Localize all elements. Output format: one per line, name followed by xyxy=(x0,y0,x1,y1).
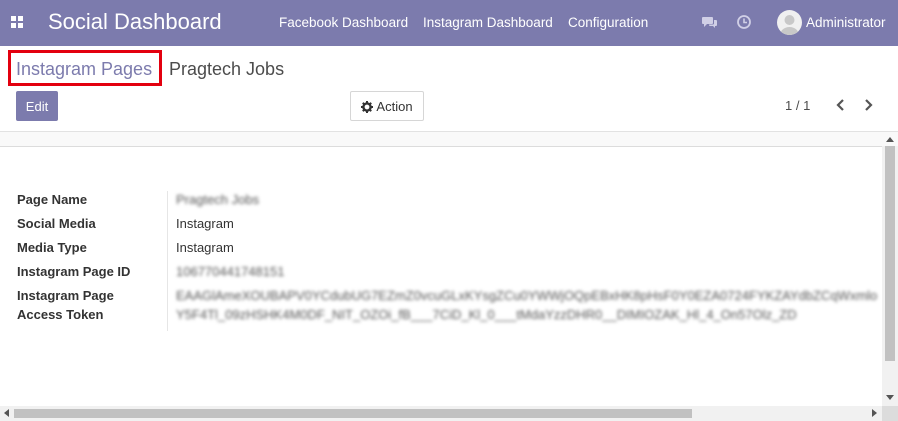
pager-value[interactable]: 1 / 1 xyxy=(785,98,810,113)
apps-grid-icon[interactable] xyxy=(11,16,23,28)
scroll-up-arrow-icon[interactable] xyxy=(886,137,894,142)
user-name[interactable]: Administrator xyxy=(806,15,886,30)
label-access-token-line2: Access Token xyxy=(17,307,104,322)
user-avatar[interactable] xyxy=(777,10,802,35)
value-access-token-line2: Y5F4Tl_09zHSHK4M0DF_NIT_OZOi_fB___7CiD_K… xyxy=(176,307,797,322)
label-social-media: Social Media xyxy=(17,216,96,231)
scroll-down-arrow-icon[interactable] xyxy=(886,395,894,400)
chevron-left-icon[interactable] xyxy=(834,98,848,112)
label-page-name: Page Name xyxy=(17,192,88,207)
breadcrumb-parent-link[interactable]: Instagram Pages xyxy=(16,59,152,80)
vertical-scrollbar[interactable] xyxy=(882,137,898,406)
horizontal-scroll-thumb[interactable] xyxy=(14,409,692,418)
control-panel: Instagram Pages Pragtech Jobs Edit Actio… xyxy=(0,46,898,132)
chevron-right-icon[interactable] xyxy=(861,98,875,112)
breadcrumb-current: Pragtech Jobs xyxy=(169,59,285,79)
label-media-type: Media Type xyxy=(17,240,87,255)
nav-instagram-dashboard[interactable]: Instagram Dashboard xyxy=(423,15,553,30)
action-dropdown-button[interactable]: Action xyxy=(350,91,424,121)
label-access-token-line1: Instagram Page xyxy=(17,288,114,303)
clock-icon[interactable] xyxy=(735,13,753,31)
value-instagram-page-id: 106770441748151 xyxy=(176,264,285,279)
value-access-token-line1: EAAGlAmeXOUBAPV0YCdubUG7EZmZ0vcuGLxKYsgZ… xyxy=(176,288,878,303)
nav-configuration[interactable]: Configuration xyxy=(568,15,648,30)
vertical-scroll-thumb[interactable] xyxy=(885,146,895,361)
horizontal-scrollbar[interactable] xyxy=(0,406,882,421)
edit-button[interactable]: Edit xyxy=(16,91,58,121)
app-title: Social Dashboard xyxy=(48,9,222,34)
value-page-name: Pragtech Jobs xyxy=(176,192,260,207)
scrollbar-corner xyxy=(882,406,898,421)
form-sheet: Page Name Pragtech Jobs Social Media Ins… xyxy=(0,146,882,406)
chat-icon[interactable] xyxy=(701,13,719,31)
scroll-right-arrow-icon[interactable] xyxy=(872,409,877,417)
gear-icon xyxy=(361,100,374,113)
nav-facebook-dashboard[interactable]: Facebook Dashboard xyxy=(279,15,408,30)
label-instagram-page-id: Instagram Page ID xyxy=(17,264,131,279)
top-navbar: Social Dashboard Facebook Dashboard Inst… xyxy=(0,0,898,46)
value-media-type: Instagram xyxy=(176,240,234,255)
scroll-left-arrow-icon[interactable] xyxy=(4,409,9,417)
action-label: Action xyxy=(376,98,413,114)
field-divider xyxy=(167,191,168,331)
value-social-media: Instagram xyxy=(176,216,234,231)
user-silhouette-icon xyxy=(780,15,799,35)
